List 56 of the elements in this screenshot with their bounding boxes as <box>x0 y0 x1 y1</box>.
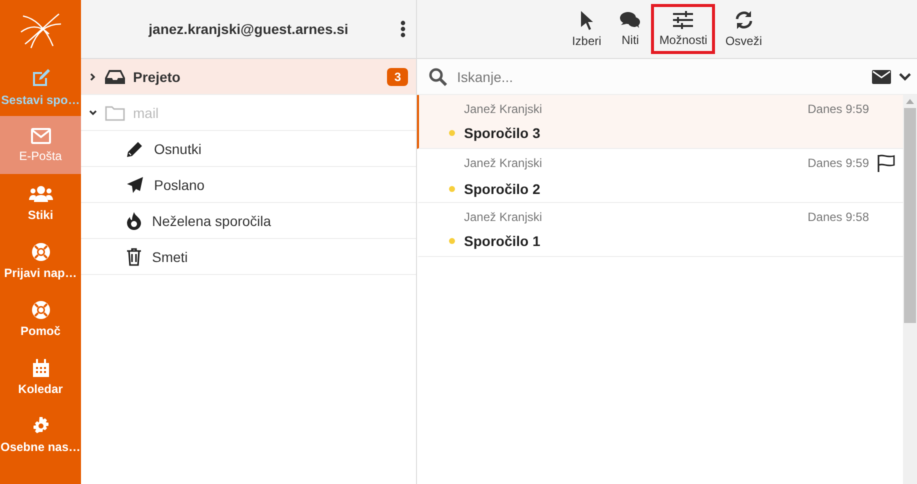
folder-item[interactable]: Prejeto 3 <box>81 59 416 95</box>
chat-icon <box>619 11 642 29</box>
lifebuoy-icon <box>32 242 50 260</box>
flame-icon <box>126 212 142 230</box>
envelope-icon[interactable] <box>872 70 891 84</box>
message-subject: Sporočilo 2 <box>464 181 540 197</box>
toolbar-button[interactable]: Možnosti <box>651 4 716 54</box>
folder-name: Neželena sporočila <box>152 212 272 228</box>
scrollbar[interactable] <box>903 95 917 484</box>
more-icon[interactable] <box>400 20 406 38</box>
nav-item[interactable]: Koledar <box>0 348 81 406</box>
sender-name: Janež Kranjski <box>464 156 544 170</box>
folder-name: Poslano <box>154 176 206 192</box>
compose-icon <box>30 68 50 88</box>
folder-name: Osnutki <box>154 140 202 156</box>
message-item[interactable]: Janež Kranjski Danes 9:59 Sporočilo 3 <box>417 95 903 149</box>
people-icon <box>28 184 52 202</box>
folder-name: Prejeto <box>133 68 182 84</box>
folder-name: Smeti <box>152 248 189 264</box>
message-subject: Sporočilo 1 <box>464 233 540 249</box>
message-item[interactable]: Janež Kranjski Danes 9:58 Sporočilo 1 <box>417 203 903 257</box>
pencil-icon <box>126 140 144 158</box>
chevron-down-icon[interactable] <box>899 72 911 80</box>
nav-item[interactable]: Prijavi nap… <box>0 232 81 290</box>
toolbar-button[interactable]: Izberi <box>564 3 610 55</box>
chevron-right-icon[interactable] <box>89 72 97 80</box>
search-field[interactable]: Iskanje... <box>455 68 864 86</box>
nav-item[interactable]: Osebne nas… <box>0 406 81 464</box>
envelope-icon <box>30 128 50 144</box>
lifebuoy-icon <box>32 300 50 318</box>
folder-name: mail <box>133 104 160 120</box>
folder-icon <box>105 104 125 120</box>
account-email: janez.kranjski@guest.arnes.si <box>148 21 348 37</box>
sliders-icon <box>672 11 694 29</box>
sender-name: Janež Kranjski <box>464 210 544 224</box>
calendar-icon <box>32 358 48 376</box>
gear-icon <box>32 416 50 434</box>
message-date: Danes 9:59 <box>808 156 869 170</box>
flag-icon[interactable] <box>877 154 895 172</box>
trash-icon <box>126 248 142 266</box>
nav-item[interactable]: Pomoč <box>0 290 81 348</box>
refresh-icon <box>734 10 754 30</box>
nav-item[interactable]: Stiki <box>0 174 81 232</box>
inbox-icon <box>105 68 125 84</box>
scrollbar-thumb[interactable] <box>904 108 916 323</box>
paper-plane-icon <box>126 176 144 194</box>
unread-count: 3 <box>387 68 408 86</box>
message-subject: Sporočilo 3 <box>464 125 540 141</box>
toolbar-button[interactable]: Niti <box>611 4 650 54</box>
toolbar-button[interactable]: Osveži <box>717 3 770 55</box>
message-date: Danes 9:59 <box>808 102 869 116</box>
pointer-icon <box>580 10 594 30</box>
search-icon <box>429 68 447 86</box>
sender-name: Janež Kranjski <box>464 102 544 116</box>
message-date: Danes 9:58 <box>808 210 869 224</box>
message-item[interactable]: Janež Kranjski Danes 9:59 Sporočilo 2 <box>417 149 903 203</box>
